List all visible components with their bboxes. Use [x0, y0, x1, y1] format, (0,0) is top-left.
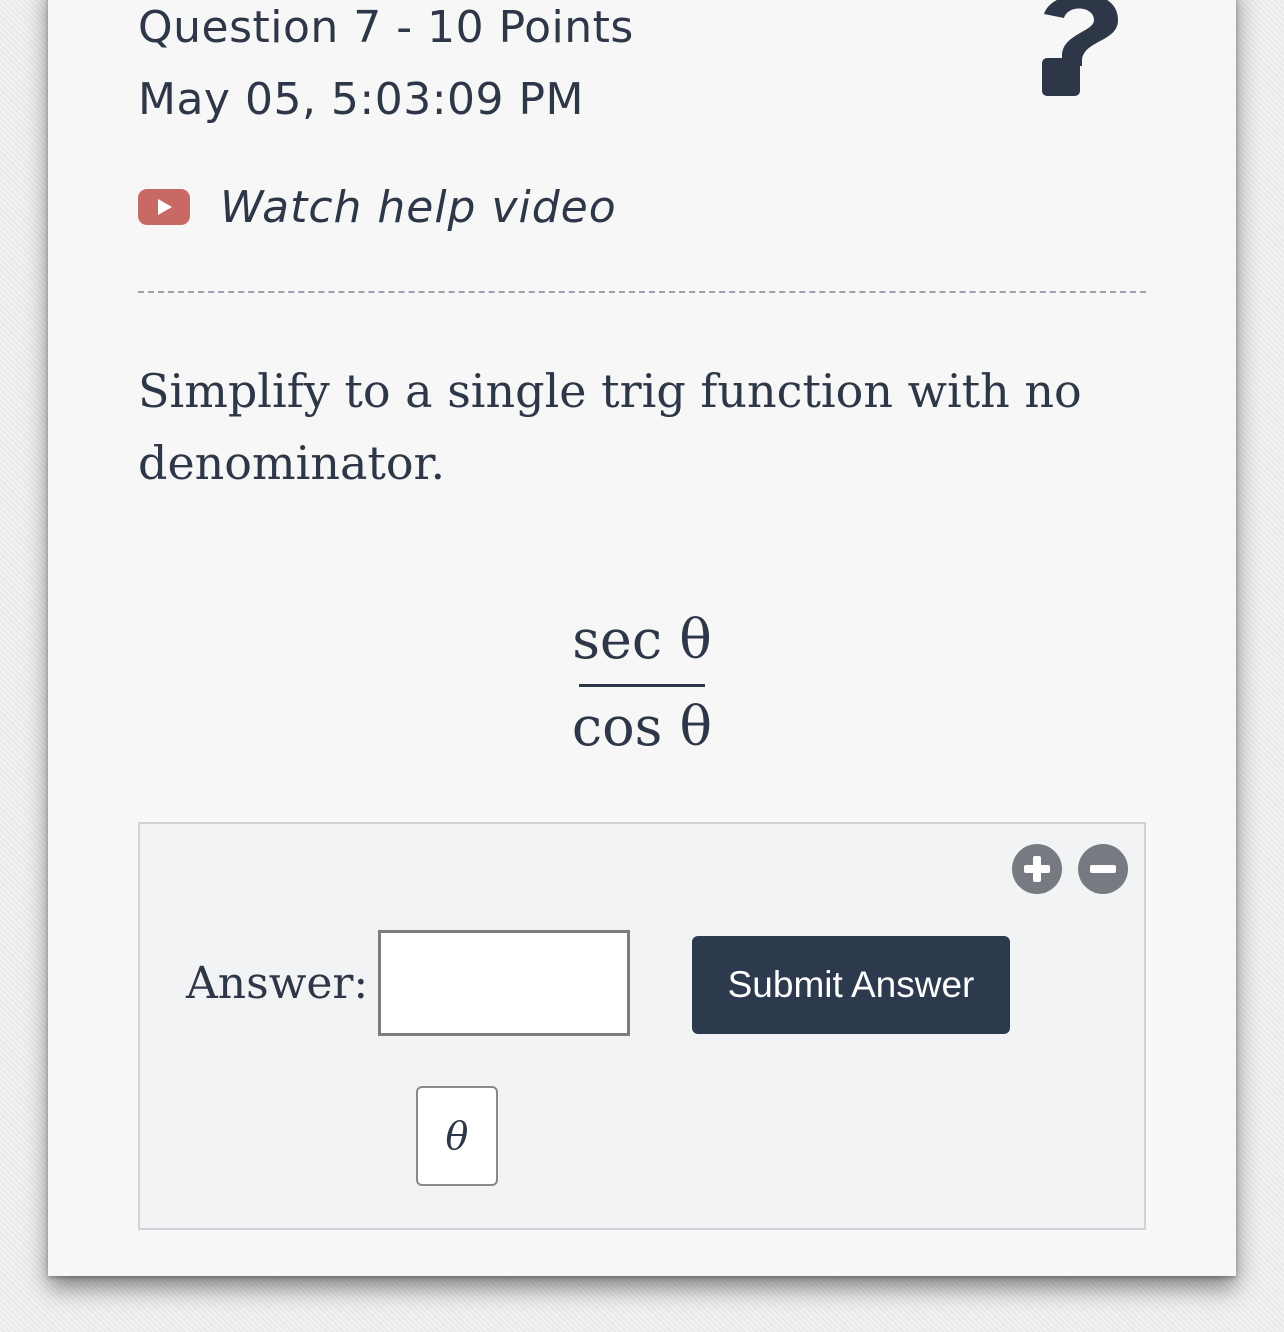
theta-symbol-button[interactable]: θ: [416, 1086, 498, 1186]
section-divider: [138, 291, 1146, 293]
problem-prompt: Simplify to a single trig function with …: [138, 364, 1082, 490]
fraction-denominator: cos θ: [571, 695, 713, 758]
answer-panel: Answer: Submit Answer θ: [138, 822, 1146, 1230]
minus-circle-icon[interactable]: [1078, 844, 1128, 894]
youtube-play-icon: [138, 189, 190, 225]
watch-help-video-label: Watch help video: [220, 181, 617, 233]
expression-fraction: sec θ cos θ: [560, 600, 724, 767]
submit-answer-button[interactable]: Submit Answer: [692, 936, 1010, 1034]
plus-circle-icon[interactable]: [1012, 844, 1062, 894]
answer-label: Answer:: [186, 958, 369, 1009]
question-mark-icon[interactable]: [1032, 0, 1128, 102]
question-timestamp: May 05, 5:03:09 PM: [138, 74, 585, 125]
question-title: Question 7 - 10 Points: [138, 2, 634, 53]
answer-input[interactable]: [378, 930, 630, 1036]
fraction-numerator: sec θ: [572, 608, 712, 671]
watch-help-video-link[interactable]: Watch help video: [138, 172, 617, 242]
